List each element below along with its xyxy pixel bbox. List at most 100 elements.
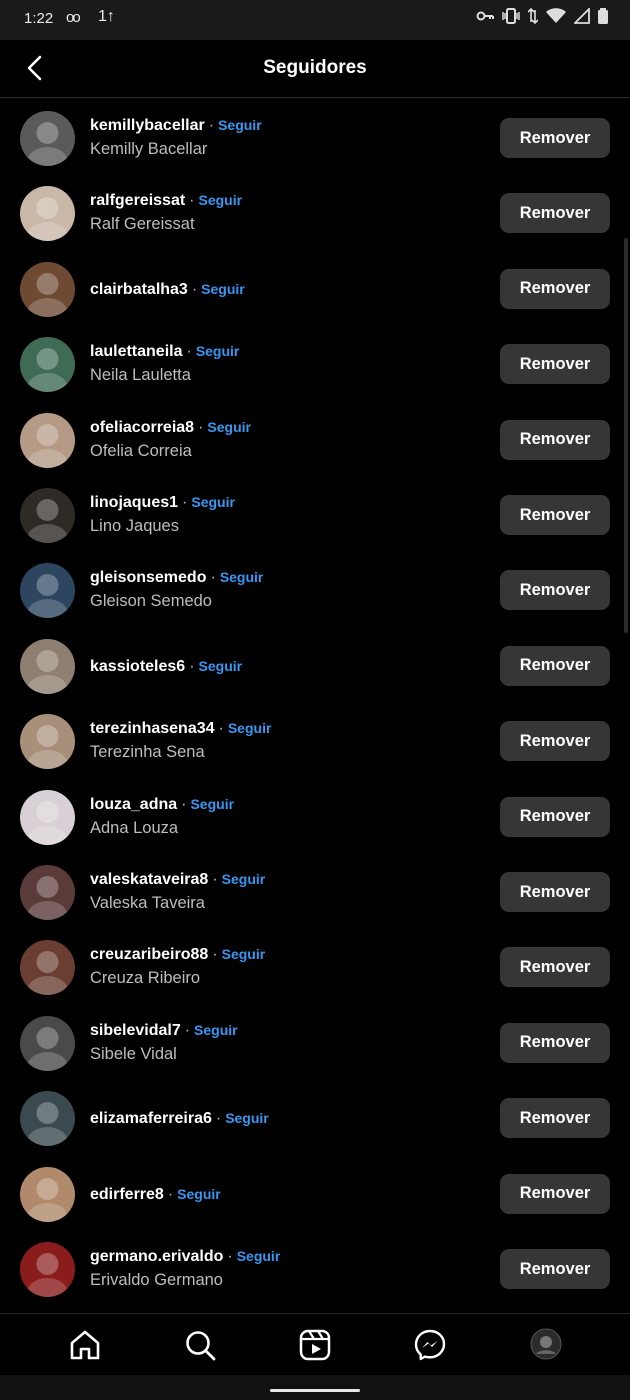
home-gesture-pill[interactable]	[270, 1389, 360, 1392]
follow-link[interactable]: Seguir	[222, 946, 266, 962]
search-icon[interactable]	[183, 1328, 217, 1362]
follower-row[interactable]: gleisonsemedo · Seguir Gleison Semedo Remo…	[0, 552, 630, 627]
avatar[interactable]	[20, 412, 75, 468]
username[interactable]: germano.erivaldo	[90, 1248, 223, 1265]
follower-row[interactable]: louza_adna · Seguir Adna Louza Remover	[0, 779, 630, 854]
remove-button[interactable]: Remover	[500, 344, 610, 385]
system-nav-bar	[0, 1375, 630, 1400]
follower-row[interactable]: creuzaribeiro88 · Seguir Creuza Ribeiro Re…	[0, 929, 630, 1004]
avatar[interactable]	[20, 714, 75, 770]
username[interactable]: louza_adna	[90, 796, 177, 813]
remove-button[interactable]: Remover	[500, 947, 610, 988]
remove-button[interactable]: Remover	[500, 570, 610, 611]
follower-info: gleisonsemedo · Seguir Gleison Semedo	[90, 552, 480, 627]
remove-button[interactable]: Remover	[500, 268, 610, 309]
username[interactable]: elizamaferreira6	[90, 1110, 212, 1127]
username[interactable]: sibelevidal7	[90, 1022, 181, 1039]
remove-button[interactable]: Remover	[500, 872, 610, 912]
avatar[interactable]	[20, 111, 75, 166]
follow-link[interactable]: Seguir	[177, 1186, 221, 1202]
full-name: Gleison Semedo	[90, 592, 212, 611]
avatar[interactable]	[20, 940, 75, 996]
avatar[interactable]	[20, 488, 75, 543]
avatar[interactable]	[20, 865, 75, 920]
separator-dot: ·	[181, 795, 187, 813]
username[interactable]: ralfgereissat	[90, 192, 185, 209]
remove-button[interactable]: Remover	[500, 1022, 610, 1063]
username[interactable]: kemillybacellar	[90, 117, 205, 134]
remove-button[interactable]: Remover	[500, 796, 610, 837]
follower-line: clairbatalha3 · Seguir	[90, 281, 245, 299]
remove-button[interactable]: Remover	[500, 193, 610, 234]
remove-button[interactable]: Remover	[500, 118, 610, 158]
messenger-icon[interactable]	[413, 1328, 447, 1362]
follower-row[interactable]: terezinhasena34 · Seguir Terezinha Sena Re…	[0, 703, 630, 778]
status-time: 1:22	[24, 10, 54, 27]
profile-avatar[interactable]	[530, 1328, 564, 1362]
avatar[interactable]	[20, 1242, 75, 1297]
follow-link[interactable]: Seguir	[191, 494, 235, 510]
separator-dot: ·	[215, 1110, 222, 1128]
follow-link[interactable]: Seguir	[199, 192, 243, 208]
avatar[interactable]	[20, 261, 75, 317]
follower-row[interactable]: edirferre8 · Seguir Remover	[0, 1156, 630, 1231]
follower-row[interactable]: valeskataveira8 · Seguir Valeska Taveira R…	[0, 854, 630, 929]
follower-row[interactable]: clairbatalha3 · Seguir Remover	[0, 251, 630, 326]
remove-button[interactable]: Remover	[500, 419, 610, 460]
username[interactable]: kassioteles6	[90, 658, 185, 675]
follow-link[interactable]: Seguir	[194, 1022, 238, 1038]
username[interactable]: gleisonsemedo	[90, 569, 206, 586]
remove-button[interactable]: Remover	[500, 1249, 610, 1289]
avatar[interactable]	[20, 1015, 75, 1071]
username[interactable]: linojaques1	[90, 494, 178, 511]
remove-button[interactable]: Remover	[500, 645, 610, 686]
follower-line: laulettaneila · Seguir	[90, 343, 239, 361]
avatar[interactable]	[20, 563, 75, 619]
follower-row[interactable]: linojaques1 · Seguir Lino Jaques Remover	[0, 477, 630, 552]
username[interactable]: edirferre8	[90, 1186, 164, 1203]
follower-row[interactable]: kassioteles6 · Seguir Remover	[0, 628, 630, 703]
follower-line: sibelevidal7 · Seguir	[90, 1022, 238, 1040]
remove-button[interactable]: Remover	[500, 1173, 610, 1214]
remove-button[interactable]: Remover	[500, 721, 610, 762]
scrollbar[interactable]	[624, 238, 628, 633]
follow-link[interactable]: Seguir	[228, 720, 272, 736]
avatar[interactable]	[20, 1091, 75, 1147]
separator-dot: ·	[167, 1185, 174, 1203]
follow-link[interactable]: Seguir	[199, 658, 243, 674]
home-icon[interactable]	[68, 1328, 102, 1362]
remove-button[interactable]: Remover	[500, 1098, 610, 1139]
avatar[interactable]	[20, 1166, 75, 1222]
avatar[interactable]	[20, 337, 75, 393]
follower-row[interactable]: ralfgereissat · Seguir Ralf Gereissat Remo…	[0, 175, 630, 250]
status-bar: 1:22 oo 1↑	[0, 0, 630, 40]
follower-row[interactable]: germano.erivaldo · Seguir Erivaldo Germano…	[0, 1231, 630, 1306]
avatar[interactable]	[20, 789, 75, 845]
remove-button[interactable]: Remover	[500, 495, 610, 535]
follow-link[interactable]: Seguir	[190, 796, 234, 812]
separator-dot: ·	[182, 494, 188, 511]
follow-link[interactable]: Seguir	[201, 281, 245, 297]
follow-link[interactable]: Seguir	[237, 1248, 281, 1264]
avatar[interactable]	[20, 638, 75, 694]
username[interactable]: valeskataveira8	[90, 871, 208, 888]
follower-info: louza_adna · Seguir Adna Louza	[90, 779, 480, 854]
username[interactable]: ofeliacorreia8	[90, 419, 194, 436]
follow-link[interactable]: Seguir	[222, 871, 266, 887]
follow-link[interactable]: Seguir	[220, 569, 264, 585]
follow-link[interactable]: Seguir	[207, 419, 251, 435]
reels-icon[interactable]	[298, 1328, 332, 1362]
username[interactable]: terezinhasena34	[90, 720, 215, 737]
follower-row[interactable]: ofeliacorreia8 · Seguir Ofelia Correia Rem…	[0, 402, 630, 477]
username[interactable]: clairbatalha3	[90, 281, 188, 298]
follower-row[interactable]: laulettaneila · Seguir Neila Lauletta Remo…	[0, 326, 630, 401]
username[interactable]: laulettaneila	[90, 343, 182, 360]
follow-link[interactable]: Seguir	[196, 343, 240, 359]
follower-row[interactable]: sibelevidal7 · Seguir Sibele Vidal Remover	[0, 1005, 630, 1080]
follow-link[interactable]: Seguir	[218, 117, 262, 133]
follow-link[interactable]: Seguir	[225, 1110, 269, 1126]
avatar[interactable]	[20, 186, 75, 242]
username[interactable]: creuzaribeiro88	[90, 946, 208, 963]
follower-row[interactable]: kemillybacellar · Seguir Kemilly Bacellar …	[0, 100, 630, 175]
follower-row[interactable]: elizamaferreira6 · Seguir Remover	[0, 1080, 630, 1155]
